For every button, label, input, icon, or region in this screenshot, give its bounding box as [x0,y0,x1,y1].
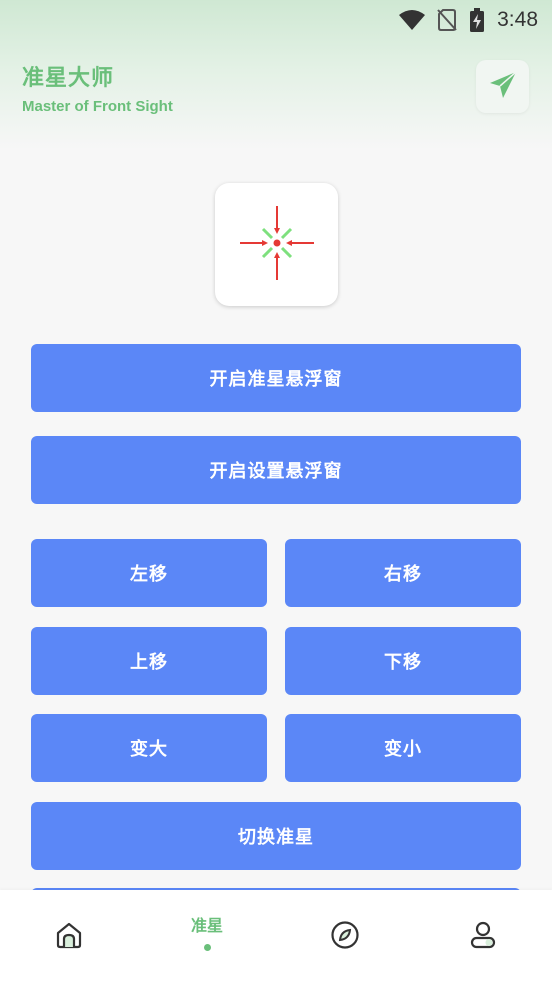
active-indicator-dot [203,944,211,951]
home-icon [54,920,84,954]
battery-charging-icon [469,8,485,32]
nav-item-home[interactable] [0,890,138,983]
compass-icon [330,920,360,954]
status-time: 3:48 [497,8,538,31]
move-left-button[interactable]: 左移 [31,539,267,607]
app-header: 准星大师 Master of Front Sight [22,60,173,115]
status-bar: 3:48 [0,0,552,40]
wifi-icon [399,10,426,30]
shrink-button[interactable]: 变小 [285,714,521,782]
send-icon [488,70,518,104]
profile-icon [468,920,498,954]
app-title: 准星大师 [22,66,115,91]
nav-item-crosshair[interactable]: 准星 [138,890,276,983]
share-button[interactable] [476,60,529,113]
nav-item-profile[interactable] [414,890,552,983]
switch-crosshair-button[interactable]: 切换准星 [31,802,521,870]
bottom-navigation: 准星 [0,890,552,983]
crosshair-icon [232,198,322,292]
enlarge-button[interactable]: 变大 [31,714,267,782]
nav-label-crosshair: 准星 [190,916,223,935]
app-subtitle: Master of Front Sight [22,98,173,115]
nav-item-discover[interactable] [276,890,414,983]
move-up-button[interactable]: 上移 [31,627,267,695]
sim-off-icon [437,9,457,31]
open-settings-float-button[interactable]: 开启设置悬浮窗 [31,436,521,504]
move-down-button[interactable]: 下移 [285,627,521,695]
crosshair-preview [215,183,338,306]
open-crosshair-float-button[interactable]: 开启准星悬浮窗 [31,344,521,412]
move-right-button[interactable]: 右移 [285,539,521,607]
